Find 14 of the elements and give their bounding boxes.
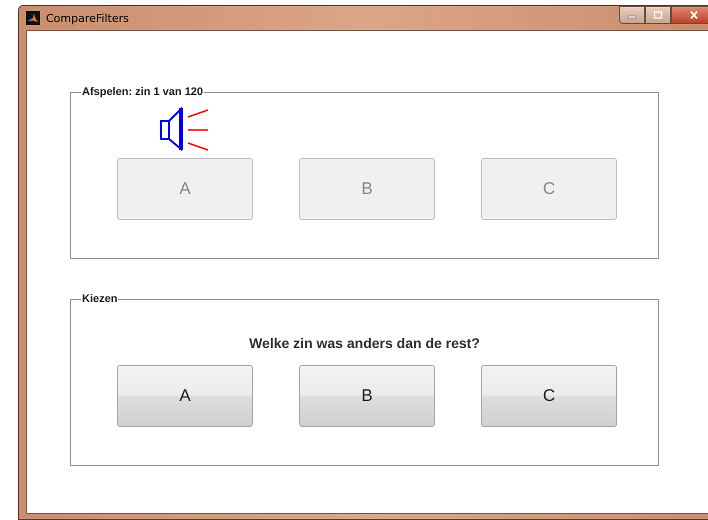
panel-title: Afspelen: zin 1 van 120 bbox=[81, 86, 204, 98]
question-text: Welke zin was anders dan de rest? bbox=[248, 335, 481, 351]
answer-button[interactable]: A bbox=[117, 365, 253, 427]
panel-title: Kiezen bbox=[81, 293, 118, 305]
maximize-button[interactable] bbox=[645, 6, 671, 24]
app-icon bbox=[26, 11, 40, 25]
minimize-button[interactable] bbox=[619, 6, 645, 24]
answer-button[interactable]: B bbox=[299, 365, 435, 427]
maximize-icon bbox=[653, 11, 663, 19]
speaker-icon bbox=[159, 106, 211, 152]
answer-button[interactable]: C bbox=[481, 365, 617, 427]
window-title: CompareFilters bbox=[46, 12, 129, 24]
close-button[interactable] bbox=[671, 6, 708, 24]
close-icon bbox=[689, 11, 699, 19]
